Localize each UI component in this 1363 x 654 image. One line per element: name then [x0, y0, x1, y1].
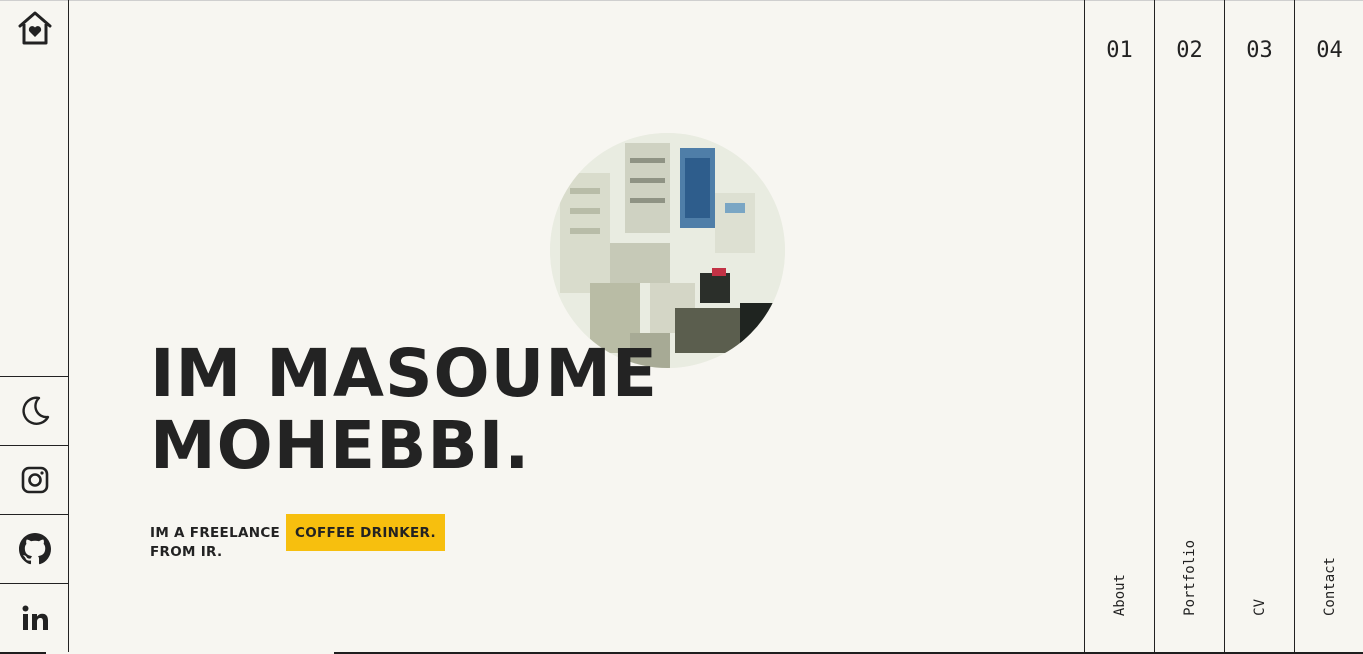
github-icon [18, 533, 51, 565]
nav-item-about[interactable]: 01 About [1084, 0, 1154, 654]
nav-item-cv[interactable]: 03 CV [1224, 0, 1294, 654]
nav-label-portfolio: Portfolio [1181, 540, 1198, 616]
home-heart-icon [18, 11, 51, 45]
tagline: IM A FREELANCE COFFEE DRINKER. FROM IR. [150, 514, 445, 560]
nav-item-contact[interactable]: 04 Contact [1294, 0, 1363, 654]
home-button[interactable] [0, 0, 69, 56]
hero-name: IM MASOUME MOHEBBI. [150, 338, 658, 482]
nav-number: 03 [1246, 38, 1273, 63]
nav-label-contact: Contact [1321, 556, 1338, 616]
github-link[interactable] [0, 514, 69, 583]
nav-number: 02 [1176, 38, 1203, 63]
nav-item-portfolio[interactable]: 02 Portfolio [1154, 0, 1224, 654]
nav-label-about: About [1111, 573, 1128, 616]
nav-number: 01 [1106, 38, 1133, 63]
instagram-link[interactable] [0, 445, 69, 514]
tagline-prefix: IM A FREELANCE [150, 524, 281, 541]
nav-label-cv: CV [1251, 599, 1268, 616]
linkedin-icon [22, 605, 48, 630]
instagram-icon [21, 466, 48, 494]
linkedin-link[interactable] [0, 583, 69, 652]
hero-name-line2: MOHEBBI. [150, 407, 531, 484]
city-image [550, 133, 785, 368]
profile-photo [550, 133, 785, 368]
nav-number: 04 [1316, 38, 1343, 63]
tagline-highlight: COFFEE DRINKER. [286, 514, 445, 551]
hero-name-line1: IM MASOUME [150, 335, 658, 412]
left-sidebar [0, 0, 69, 654]
theme-toggle-button[interactable] [0, 376, 69, 445]
moon-icon [21, 396, 49, 425]
